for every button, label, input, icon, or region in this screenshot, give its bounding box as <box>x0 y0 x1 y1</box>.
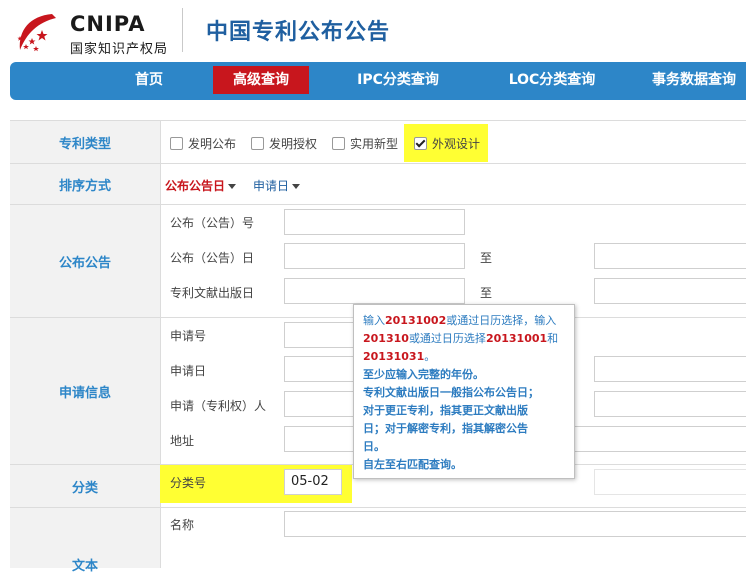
site-header: CNIPA 国家知识产权局 中国专利公布公告 <box>0 0 746 62</box>
tooltip-line: 输入20131002或通过日历选择，输入 <box>363 314 557 327</box>
document-publish-date-from-input[interactable] <box>284 278 465 304</box>
checkbox-design[interactable]: 外观设计 <box>414 135 480 152</box>
logo-stars-icon <box>17 14 56 52</box>
application-number-label: 申请号 <box>170 329 207 343</box>
publication-date-from-input[interactable] <box>284 243 465 269</box>
tooltip-line: 201310或通过日历选择20131001和 <box>363 332 559 345</box>
nav-transaction-search[interactable]: 事务数据查询 <box>652 66 746 94</box>
document-publish-date-to-input[interactable] <box>594 278 746 304</box>
tooltip-line: 专利文献出版日一般指公布公告日； <box>363 386 539 399</box>
publication-date-to-input[interactable] <box>594 243 746 269</box>
tooltip-line: 日；对于解密专利，指其解密公告 <box>363 422 528 435</box>
checkbox-utility-model[interactable]: 实用新型 <box>332 135 398 152</box>
application-date-to-input[interactable] <box>594 356 746 382</box>
checkbox-invention-publication[interactable]: 发明公布 <box>170 135 236 152</box>
to-label: 至 <box>480 286 493 300</box>
sort-row: 排序方式 公布公告日 申请日 <box>10 164 746 205</box>
nav-loc-search[interactable]: LOC分类查询 <box>490 66 614 94</box>
publication-number-input[interactable] <box>284 209 465 235</box>
checkbox-box[interactable] <box>251 137 264 150</box>
sort-label: 排序方式 <box>10 164 161 204</box>
publication-label: 公布公告 <box>10 205 161 317</box>
logo-text-en: CNIPA <box>70 12 146 36</box>
name-label: 名称 <box>170 518 195 532</box>
classification-number-input[interactable]: 05-02 <box>284 469 342 495</box>
checkbox-box[interactable] <box>170 137 183 150</box>
patent-type-label: 专利类型 <box>10 121 161 163</box>
advanced-search-form: 专利类型 发明公布 发明授权 实用新型 外观设计 排序方式 公布公告日 申请日 … <box>10 120 746 574</box>
caret-down-icon <box>292 184 301 189</box>
checkbox-box[interactable] <box>332 137 345 150</box>
site-title: 中国专利公布公告 <box>206 20 391 45</box>
classification-label: 分类 <box>10 465 161 507</box>
publication-date-label: 公布（公告）日 <box>170 251 255 265</box>
header-divider <box>182 8 183 52</box>
applicant-extra-input[interactable] <box>594 391 746 417</box>
cnipa-logo[interactable]: CNIPA 国家知识产权局 <box>12 6 182 57</box>
tooltip-line: 20131031。 <box>363 350 436 363</box>
address-label: 地址 <box>170 434 195 448</box>
publication-number-label: 公布（公告）号 <box>170 216 255 230</box>
checkbox-invention-grant[interactable]: 发明授权 <box>251 135 317 152</box>
text-label: 文本 <box>10 508 161 574</box>
text-row: 文本 名称 <box>10 508 746 574</box>
classification-number-label: 分类号 <box>170 476 207 490</box>
patent-type-row: 专利类型 发明公布 发明授权 实用新型 外观设计 <box>10 121 746 164</box>
tooltip-line: 自左至右匹配查询。 <box>363 458 462 471</box>
tooltip-line: 对于更正专利，指其更正文献出版 <box>363 404 528 417</box>
application-date-label: 申请日 <box>170 364 207 378</box>
application-label: 申请信息 <box>10 318 161 464</box>
main-nav: 首页 高级查询 IPC分类查询 LOC分类查询 事务数据查询 <box>10 62 746 100</box>
classification-extra-input[interactable] <box>594 469 746 495</box>
date-input-tooltip: 输入20131002或通过日历选择，输入 201310或通过日历选择201310… <box>353 304 575 479</box>
checkbox-box-checked[interactable] <box>414 137 427 150</box>
nav-home[interactable]: 首页 <box>110 66 188 94</box>
logo-text-cn: 国家知识产权局 <box>70 42 169 57</box>
publication-row: 公布公告 公布（公告）号 公布（公告）日 至 专利文献出版日 至 <box>10 205 746 318</box>
applicant-label: 申请（专利权）人 <box>170 399 267 413</box>
tooltip-line: 日。 <box>363 440 385 453</box>
to-label: 至 <box>480 251 493 265</box>
caret-down-icon <box>228 184 237 189</box>
tooltip-line: 至少应输入完整的年份。 <box>363 368 484 381</box>
nav-ipc-search[interactable]: IPC分类查询 <box>340 66 456 94</box>
name-input[interactable] <box>284 511 746 537</box>
nav-advanced-search[interactable]: 高级查询 <box>213 66 309 94</box>
document-publish-date-label: 专利文献出版日 <box>170 286 255 300</box>
sort-by-application-date[interactable]: 申请日 <box>253 177 301 194</box>
sort-by-publication-date[interactable]: 公布公告日 <box>165 177 237 194</box>
